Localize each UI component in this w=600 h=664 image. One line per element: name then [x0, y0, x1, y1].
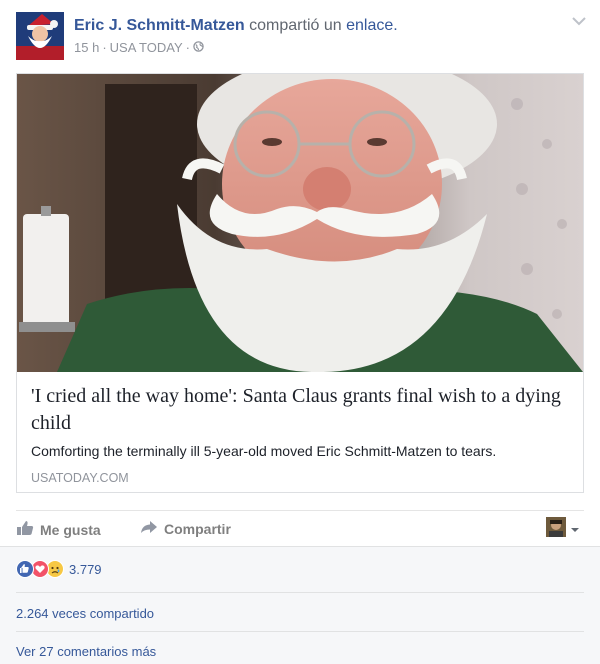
link-preview-image[interactable]: [17, 74, 583, 372]
shared-link-text[interactable]: enlace.: [346, 17, 398, 34]
footer-divider: [16, 592, 584, 593]
share-label: Compartir: [164, 520, 231, 537]
like-reaction-icon: [16, 560, 34, 578]
view-more-comments-link[interactable]: Ver 27 comentarios más: [16, 644, 156, 659]
post-meta: 15 h · USA TODAY ·: [74, 40, 204, 55]
meta-dot: ·: [185, 40, 190, 55]
link-headline[interactable]: 'I cried all the way home': Santa Claus …: [31, 383, 576, 437]
meta-dot: ·: [102, 40, 107, 55]
like-button[interactable]: Me gusta: [16, 520, 101, 539]
post-action-text: compartió un: [249, 17, 342, 34]
like-label: Me gusta: [40, 521, 101, 538]
santa-avatar-image: [16, 12, 64, 60]
post-timestamp[interactable]: 15 h: [74, 40, 99, 55]
reaction-count[interactable]: 3.779: [69, 562, 102, 577]
shares-count-link[interactable]: 2.264 veces compartido: [16, 606, 154, 621]
footer-divider: [16, 631, 584, 632]
user-avatar-icon: [546, 517, 566, 542]
reactions-summary[interactable]: 3.779: [16, 560, 102, 578]
caret-down-icon: [570, 521, 580, 539]
author-name-link[interactable]: Eric J. Schmitt-Matzen: [74, 17, 245, 34]
post-footer: 3.779 2.264 veces compartido Ver 27 come…: [0, 546, 600, 664]
share-arrow-icon: [140, 520, 158, 537]
post-source[interactable]: USA TODAY: [110, 40, 183, 55]
post-header-text: Eric J. Schmitt-Matzen compartió un enla…: [74, 16, 398, 36]
share-as-selector[interactable]: [546, 517, 580, 542]
chevron-down-icon[interactable]: [570, 14, 588, 28]
link-description: Comforting the terminally ill 5-year-old…: [31, 443, 497, 459]
globe-icon[interactable]: [193, 40, 204, 55]
thumbs-up-icon: [16, 520, 34, 539]
post-action-bar: Me gusta Compartir: [16, 510, 584, 545]
link-domain: USATODAY.COM: [31, 471, 129, 485]
link-preview-card[interactable]: 'I cried all the way home': Santa Claus …: [16, 73, 584, 493]
post-card: Eric J. Schmitt-Matzen compartió un enla…: [0, 0, 600, 664]
share-button[interactable]: Compartir: [140, 520, 231, 537]
author-avatar[interactable]: [16, 12, 64, 60]
